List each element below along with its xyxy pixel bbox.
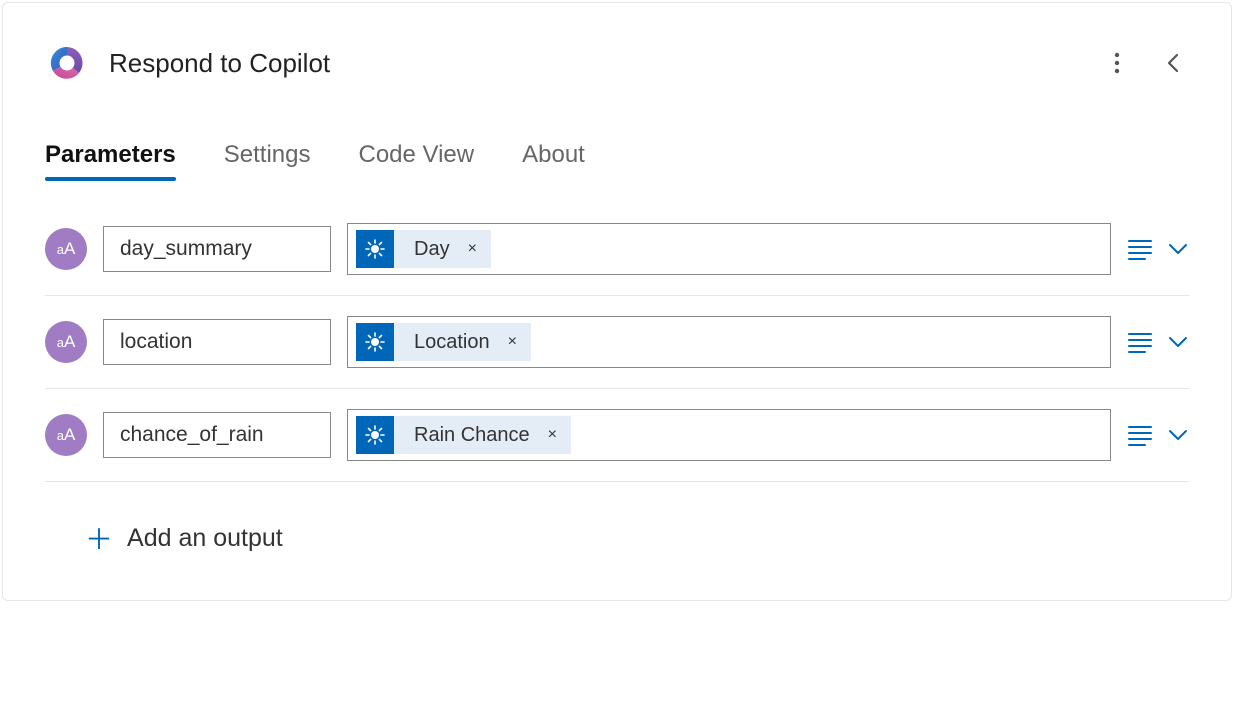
token-label: Rain Chance (394, 424, 544, 447)
token-label: Day (394, 238, 464, 261)
tab-about[interactable]: About (522, 141, 585, 179)
parameter-name-input[interactable]: chance_of_rain (103, 412, 331, 458)
tab-settings[interactable]: Settings (224, 141, 311, 179)
card-title: Respond to Copilot (109, 48, 1081, 79)
copilot-icon (45, 41, 89, 85)
tab-label: Settings (224, 141, 311, 168)
tab-code-view[interactable]: Code View (358, 141, 474, 179)
dynamic-token[interactable]: Day × (356, 230, 491, 268)
format-options-button[interactable] (1127, 238, 1153, 260)
header-actions (1101, 47, 1189, 79)
add-output-button[interactable]: ＋ Add an output (85, 518, 1189, 558)
parameter-name-input[interactable]: day_summary (103, 226, 331, 272)
parameter-value-input[interactable]: Rain Chance × (347, 409, 1111, 461)
text-type-icon: aA (45, 321, 87, 363)
tab-parameters[interactable]: Parameters (45, 141, 176, 179)
row-actions (1127, 331, 1189, 353)
expand-row-button[interactable] (1167, 428, 1189, 442)
parameter-row: aA location Location (45, 296, 1189, 389)
plus-icon: ＋ (85, 518, 113, 558)
weather-icon (356, 416, 394, 454)
parameters-list: aA day_summary Day (45, 223, 1189, 482)
weather-icon (356, 323, 394, 361)
collapse-button[interactable] (1157, 47, 1189, 79)
expand-row-button[interactable] (1167, 335, 1189, 349)
parameter-value-input[interactable]: Location × (347, 316, 1111, 368)
expand-row-button[interactable] (1167, 242, 1189, 256)
format-options-button[interactable] (1127, 331, 1153, 353)
tab-label: Parameters (45, 141, 176, 168)
row-actions (1127, 424, 1189, 446)
add-output-label: Add an output (127, 524, 283, 553)
parameter-row: aA chance_of_rain Rain (45, 389, 1189, 482)
tab-label: Code View (358, 141, 474, 168)
tab-label: About (522, 141, 585, 168)
parameter-value-input[interactable]: Day × (347, 223, 1111, 275)
token-label: Location (394, 331, 504, 354)
dynamic-token[interactable]: Rain Chance × (356, 416, 571, 454)
text-type-icon: aA (45, 228, 87, 270)
token-remove-button[interactable]: × (544, 426, 571, 444)
card-header: Respond to Copilot (45, 41, 1189, 85)
row-actions (1127, 238, 1189, 260)
action-card: Respond to Copilot Parameters Settings C… (2, 2, 1232, 601)
token-remove-button[interactable]: × (464, 240, 491, 258)
format-options-button[interactable] (1127, 424, 1153, 446)
parameter-row: aA day_summary Day (45, 223, 1189, 296)
token-remove-button[interactable]: × (504, 333, 531, 351)
tab-bar: Parameters Settings Code View About (45, 141, 1189, 179)
text-type-icon: aA (45, 414, 87, 456)
more-options-button[interactable] (1101, 47, 1133, 79)
dynamic-token[interactable]: Location × (356, 323, 531, 361)
parameter-name-input[interactable]: location (103, 319, 331, 365)
weather-icon (356, 230, 394, 268)
